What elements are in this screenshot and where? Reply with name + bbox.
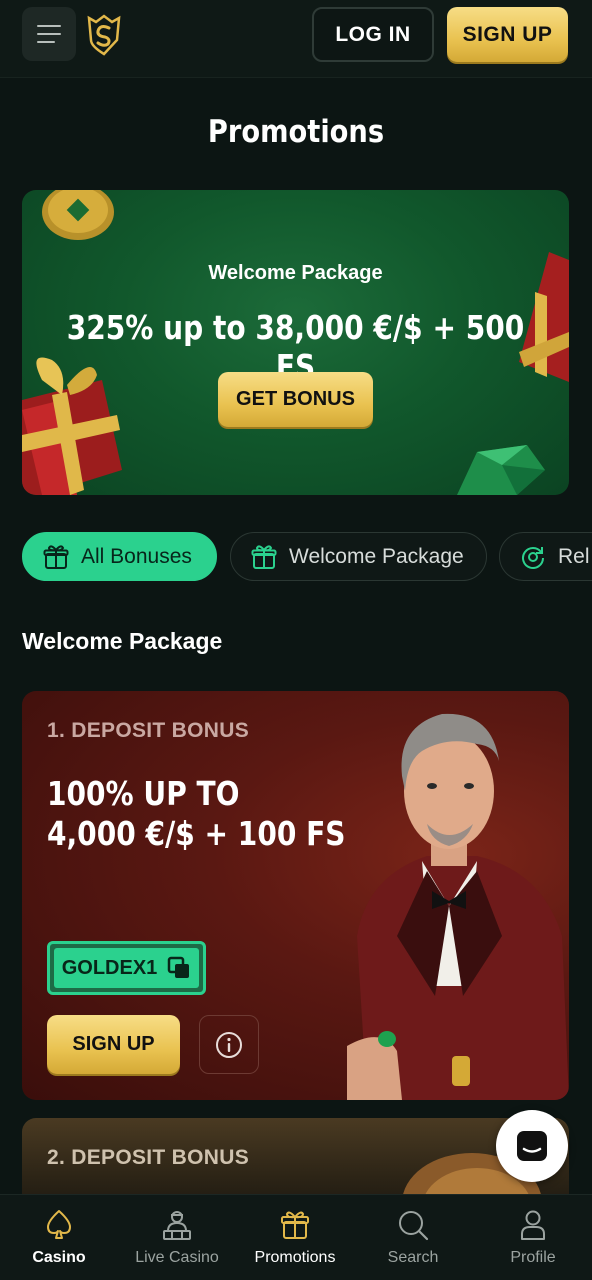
card-amount-line1: 100% UP TO xyxy=(47,774,240,813)
filter-chip-reload[interactable]: Rel xyxy=(499,532,592,581)
nav-item-search[interactable]: Search xyxy=(354,1195,472,1280)
nav-item-live-casino[interactable]: Live Casino xyxy=(118,1195,236,1280)
coin-icon xyxy=(42,190,114,240)
filter-chip-label: Rel xyxy=(558,544,590,568)
emerald-gem-icon xyxy=(457,445,545,495)
card-bonus-amount: 100% UP TO 4,000 €/$ + 100 FS xyxy=(47,774,345,854)
hero-subtitle: Welcome Package xyxy=(208,262,383,284)
gift-icon xyxy=(43,544,69,569)
menu-icon xyxy=(37,25,61,27)
login-button[interactable]: LOG IN xyxy=(312,7,434,62)
card-step-label: 1. DEPOSIT BONUS xyxy=(47,719,250,742)
reload-icon xyxy=(522,546,544,569)
dealer-illustration xyxy=(347,713,569,1100)
bonus-filter-chips: All Bonuses Welcome Package Rel xyxy=(22,532,592,582)
chat-icon xyxy=(517,1131,547,1161)
signup-button[interactable]: SIGN UP xyxy=(447,7,568,62)
bottom-navigation: Casino Live Casino Promotions Search Pro… xyxy=(0,1194,592,1280)
nav-label: Casino xyxy=(32,1249,86,1266)
top-header: LOG IN SIGN UP xyxy=(0,0,592,78)
filter-chip-label: Welcome Package xyxy=(289,544,464,568)
brand-logo[interactable] xyxy=(86,14,122,56)
copy-icon xyxy=(168,956,190,978)
user-icon xyxy=(521,1210,545,1240)
nav-label: Live Casino xyxy=(135,1249,219,1266)
gift-icon xyxy=(251,544,277,569)
nav-item-promotions[interactable]: Promotions xyxy=(236,1195,354,1280)
promo-code-text: GOLDEX1 xyxy=(61,956,158,979)
search-icon xyxy=(399,1211,429,1241)
get-bonus-button[interactable]: GET BONUS xyxy=(218,372,373,427)
chat-support-button[interactable] xyxy=(496,1110,568,1182)
menu-button[interactable] xyxy=(22,7,76,61)
nav-item-profile[interactable]: Profile xyxy=(474,1195,592,1280)
filter-chip-welcome-package[interactable]: Welcome Package xyxy=(230,532,487,581)
deposit-bonus-card: 1. DEPOSIT BONUS 100% UP TO 4,000 €/$ + … xyxy=(22,691,569,1100)
card-signup-button[interactable]: SIGN UP xyxy=(47,1015,180,1074)
page-title: Promotions xyxy=(207,114,385,150)
spade-icon xyxy=(47,1210,71,1239)
info-icon xyxy=(216,1031,242,1058)
filter-chip-all-bonuses[interactable]: All Bonuses xyxy=(22,532,217,581)
promo-code-copy[interactable]: GOLDEX1 xyxy=(47,941,206,995)
nav-label: Profile xyxy=(510,1249,556,1266)
card-amount-line2: 4,000 €/$ + 100 FS xyxy=(47,814,346,853)
card-step-label: 2. DEPOSIT BONUS xyxy=(47,1146,250,1169)
nav-label: Promotions xyxy=(254,1249,336,1266)
nav-item-casino[interactable]: Casino xyxy=(0,1195,118,1280)
dealer-icon xyxy=(163,1211,191,1240)
welcome-hero-banner: Welcome Package 325% up to 38,000 €/$ + … xyxy=(22,190,569,495)
filter-chip-label: All Bonuses xyxy=(81,544,192,568)
info-button[interactable] xyxy=(199,1015,259,1074)
gift-icon xyxy=(281,1211,309,1239)
nav-label: Search xyxy=(387,1249,439,1266)
section-title: Welcome Package xyxy=(22,628,223,654)
